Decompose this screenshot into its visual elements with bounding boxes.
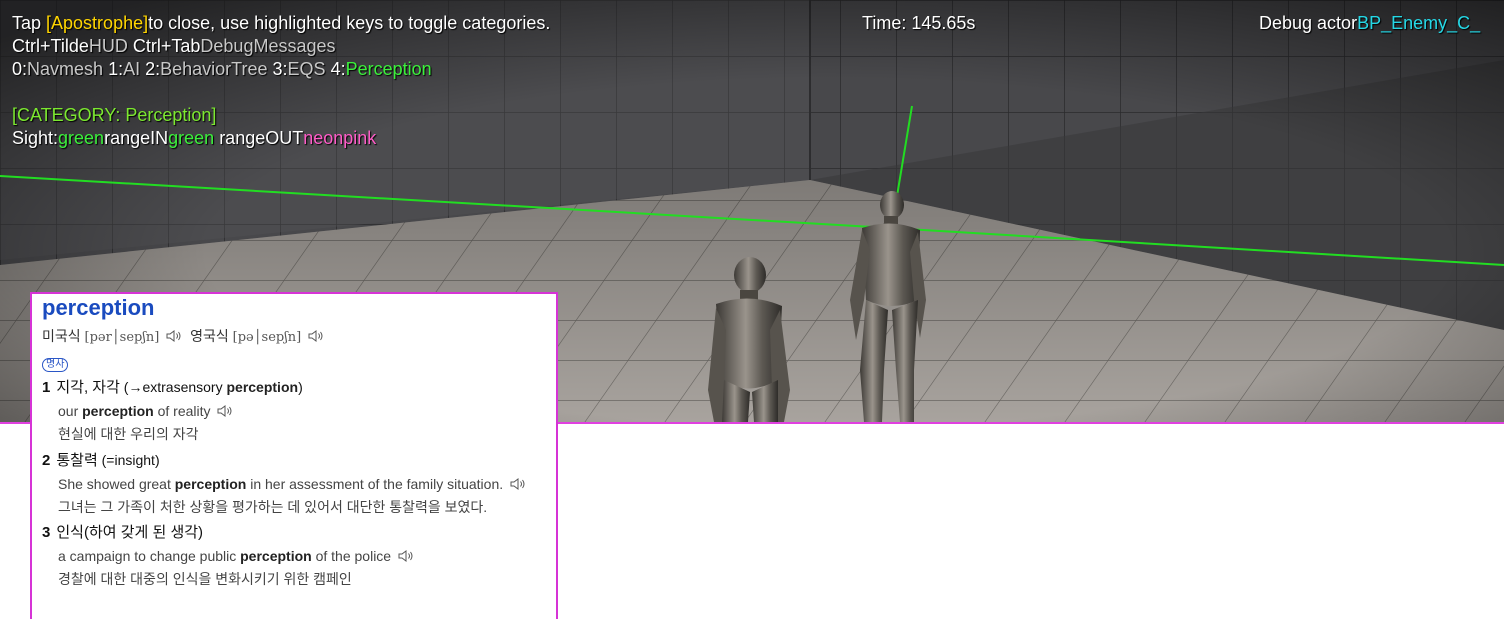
speaker-icon[interactable] bbox=[398, 549, 414, 563]
sense-meaning: 인식(하여 갖게 된 생각) bbox=[56, 524, 204, 541]
sense-number: 3 bbox=[42, 524, 51, 541]
speaker-icon[interactable] bbox=[166, 329, 182, 343]
example-keyword: perception bbox=[82, 403, 154, 419]
hud-toggle-hud[interactable]: HUD bbox=[89, 36, 128, 56]
example-english: She showed great perception in her asses… bbox=[42, 472, 556, 496]
hud-cat-key-4: 4: bbox=[330, 59, 346, 79]
example-korean: 현실에 대한 우리의 자각 bbox=[58, 426, 199, 442]
hud-apostrophe-key[interactable]: [Apostrophe] bbox=[46, 13, 148, 33]
hud-cat-navmesh[interactable]: Navmesh bbox=[27, 59, 103, 79]
hud-range-in-color: green bbox=[168, 128, 215, 148]
sense-number: 2 bbox=[42, 452, 51, 469]
hud-cat-ai[interactable]: AI bbox=[123, 59, 140, 79]
example-text: a campaign to change public bbox=[58, 548, 241, 564]
hud-cat-eqs[interactable]: EQS bbox=[288, 59, 326, 79]
hud-help-line: Tap [Apostrophe]to close, use highlighte… bbox=[12, 12, 550, 34]
hud-key-ctrl-tilde[interactable]: Ctrl+Tilde bbox=[12, 36, 89, 56]
sense-item: 1 지각, 자각 (→extrasensory perception) our p… bbox=[42, 376, 556, 445]
dictionary-popup: perception 미국식 [pər│sepʃn] 영국식 [pə│sepʃn… bbox=[30, 292, 558, 619]
hud-category-header: [CATEGORY: Perception] bbox=[12, 105, 217, 125]
pron-us-ipa: [pər│sepʃn] bbox=[84, 330, 160, 345]
dictionary-headword[interactable]: perception bbox=[42, 295, 556, 321]
example-korean: 그녀는 그 가족이 처한 상황을 평가하는 데 있어서 대단한 통찰력을 보였다… bbox=[58, 499, 488, 515]
hud-cat-key-3: 3: bbox=[272, 59, 288, 79]
hud-time: Time: 145.65s bbox=[862, 13, 976, 33]
example-text: in her assessment of the family situatio… bbox=[246, 476, 504, 492]
sense-heading: 3 인식(하여 갖게 된 생각) bbox=[42, 522, 556, 544]
hud-cat-key-2: 2: bbox=[145, 59, 161, 79]
hud-tap-text: Tap bbox=[12, 13, 47, 33]
example-text: of reality bbox=[153, 403, 211, 419]
example-text: our bbox=[58, 403, 83, 419]
sense-note-prefix: (→extrasensory bbox=[119, 379, 227, 395]
example-keyword: perception bbox=[240, 548, 312, 564]
sense-number: 1 bbox=[42, 379, 51, 396]
speaker-icon[interactable] bbox=[308, 329, 324, 343]
example-korean: 경찰에 대한 대중의 인식을 변화시키기 위한 캠페인 bbox=[58, 571, 352, 587]
example-text: She showed great bbox=[58, 476, 175, 492]
hud-categories-line: 0:Navmesh 1:AI 2:BehaviorTree 3:EQS 4:Pe… bbox=[12, 58, 432, 80]
pron-uk-label: 영국식 bbox=[190, 328, 229, 344]
sense-heading: 1 지각, 자각 (→extrasensory perception) bbox=[42, 376, 556, 399]
hud-debug-actor-label: Debug actor bbox=[1259, 13, 1358, 33]
sense-meaning: 지각, 자각 bbox=[56, 379, 120, 396]
pron-uk-ipa: [pə│sepʃn] bbox=[232, 330, 302, 345]
sense-item: 2 통찰력 (=insight) She showed great percept… bbox=[42, 449, 556, 518]
sense-note-prefix: (=insight) bbox=[97, 452, 160, 468]
sense-note-bold: perception bbox=[226, 379, 299, 395]
hud-key-ctrl-tab[interactable]: Ctrl+Tab bbox=[133, 36, 201, 56]
sense-heading: 2 통찰력 (=insight) bbox=[42, 449, 556, 472]
hud-toggle-debug-messages[interactable]: DebugMessages bbox=[200, 36, 335, 56]
speaker-icon[interactable] bbox=[510, 477, 526, 491]
hud-debug-actor: Debug actorBP_Enemy_C_ bbox=[1259, 12, 1480, 34]
hud-sight-legend: Sight:greenrangeINgreen rangeOUTneonpink bbox=[12, 127, 376, 149]
hud-cat-perception[interactable]: Perception bbox=[346, 59, 432, 79]
screen: Tap [Apostrophe]to close, use highlighte… bbox=[0, 0, 1504, 619]
example-text: of the police bbox=[311, 548, 392, 564]
hud-toggle-line: Ctrl+TildeHUD Ctrl+TabDebugMessages bbox=[12, 35, 336, 57]
sense-item: 3 인식(하여 갖게 된 생각) a campaign to change pub… bbox=[42, 522, 556, 590]
sense-note-suffix: ) bbox=[298, 379, 303, 395]
hud-cat-key-0: 0: bbox=[12, 59, 28, 79]
hud-range-out-color: neonpink bbox=[303, 128, 377, 148]
pron-us-label: 미국식 bbox=[42, 328, 81, 344]
pronunciation-row: 미국식 [pər│sepʃn] 영국식 [pə│sepʃn] bbox=[42, 326, 556, 348]
example-english: our perception of reality bbox=[42, 399, 556, 423]
hud-sight-label: Sight: bbox=[12, 128, 59, 148]
example-keyword: perception bbox=[174, 476, 247, 492]
hud-help-text: to close, use highlighted keys to toggle… bbox=[148, 13, 551, 33]
hud-cat-behaviortree[interactable]: BehaviorTree bbox=[160, 59, 267, 79]
example-english: a campaign to change public perception o… bbox=[42, 544, 556, 568]
hud-range-out-label: rangeOUT bbox=[219, 128, 304, 148]
part-of-speech-badge: 명사 bbox=[42, 358, 69, 372]
hud-debug-actor-name: BP_Enemy_C_ bbox=[1357, 13, 1481, 33]
hud-cat-key-1: 1: bbox=[108, 59, 124, 79]
sense-meaning: 통찰력 bbox=[56, 452, 98, 469]
hud-sight-color: green bbox=[58, 128, 105, 148]
speaker-icon[interactable] bbox=[217, 404, 233, 418]
hud-range-in-label: rangeIN bbox=[104, 128, 169, 148]
